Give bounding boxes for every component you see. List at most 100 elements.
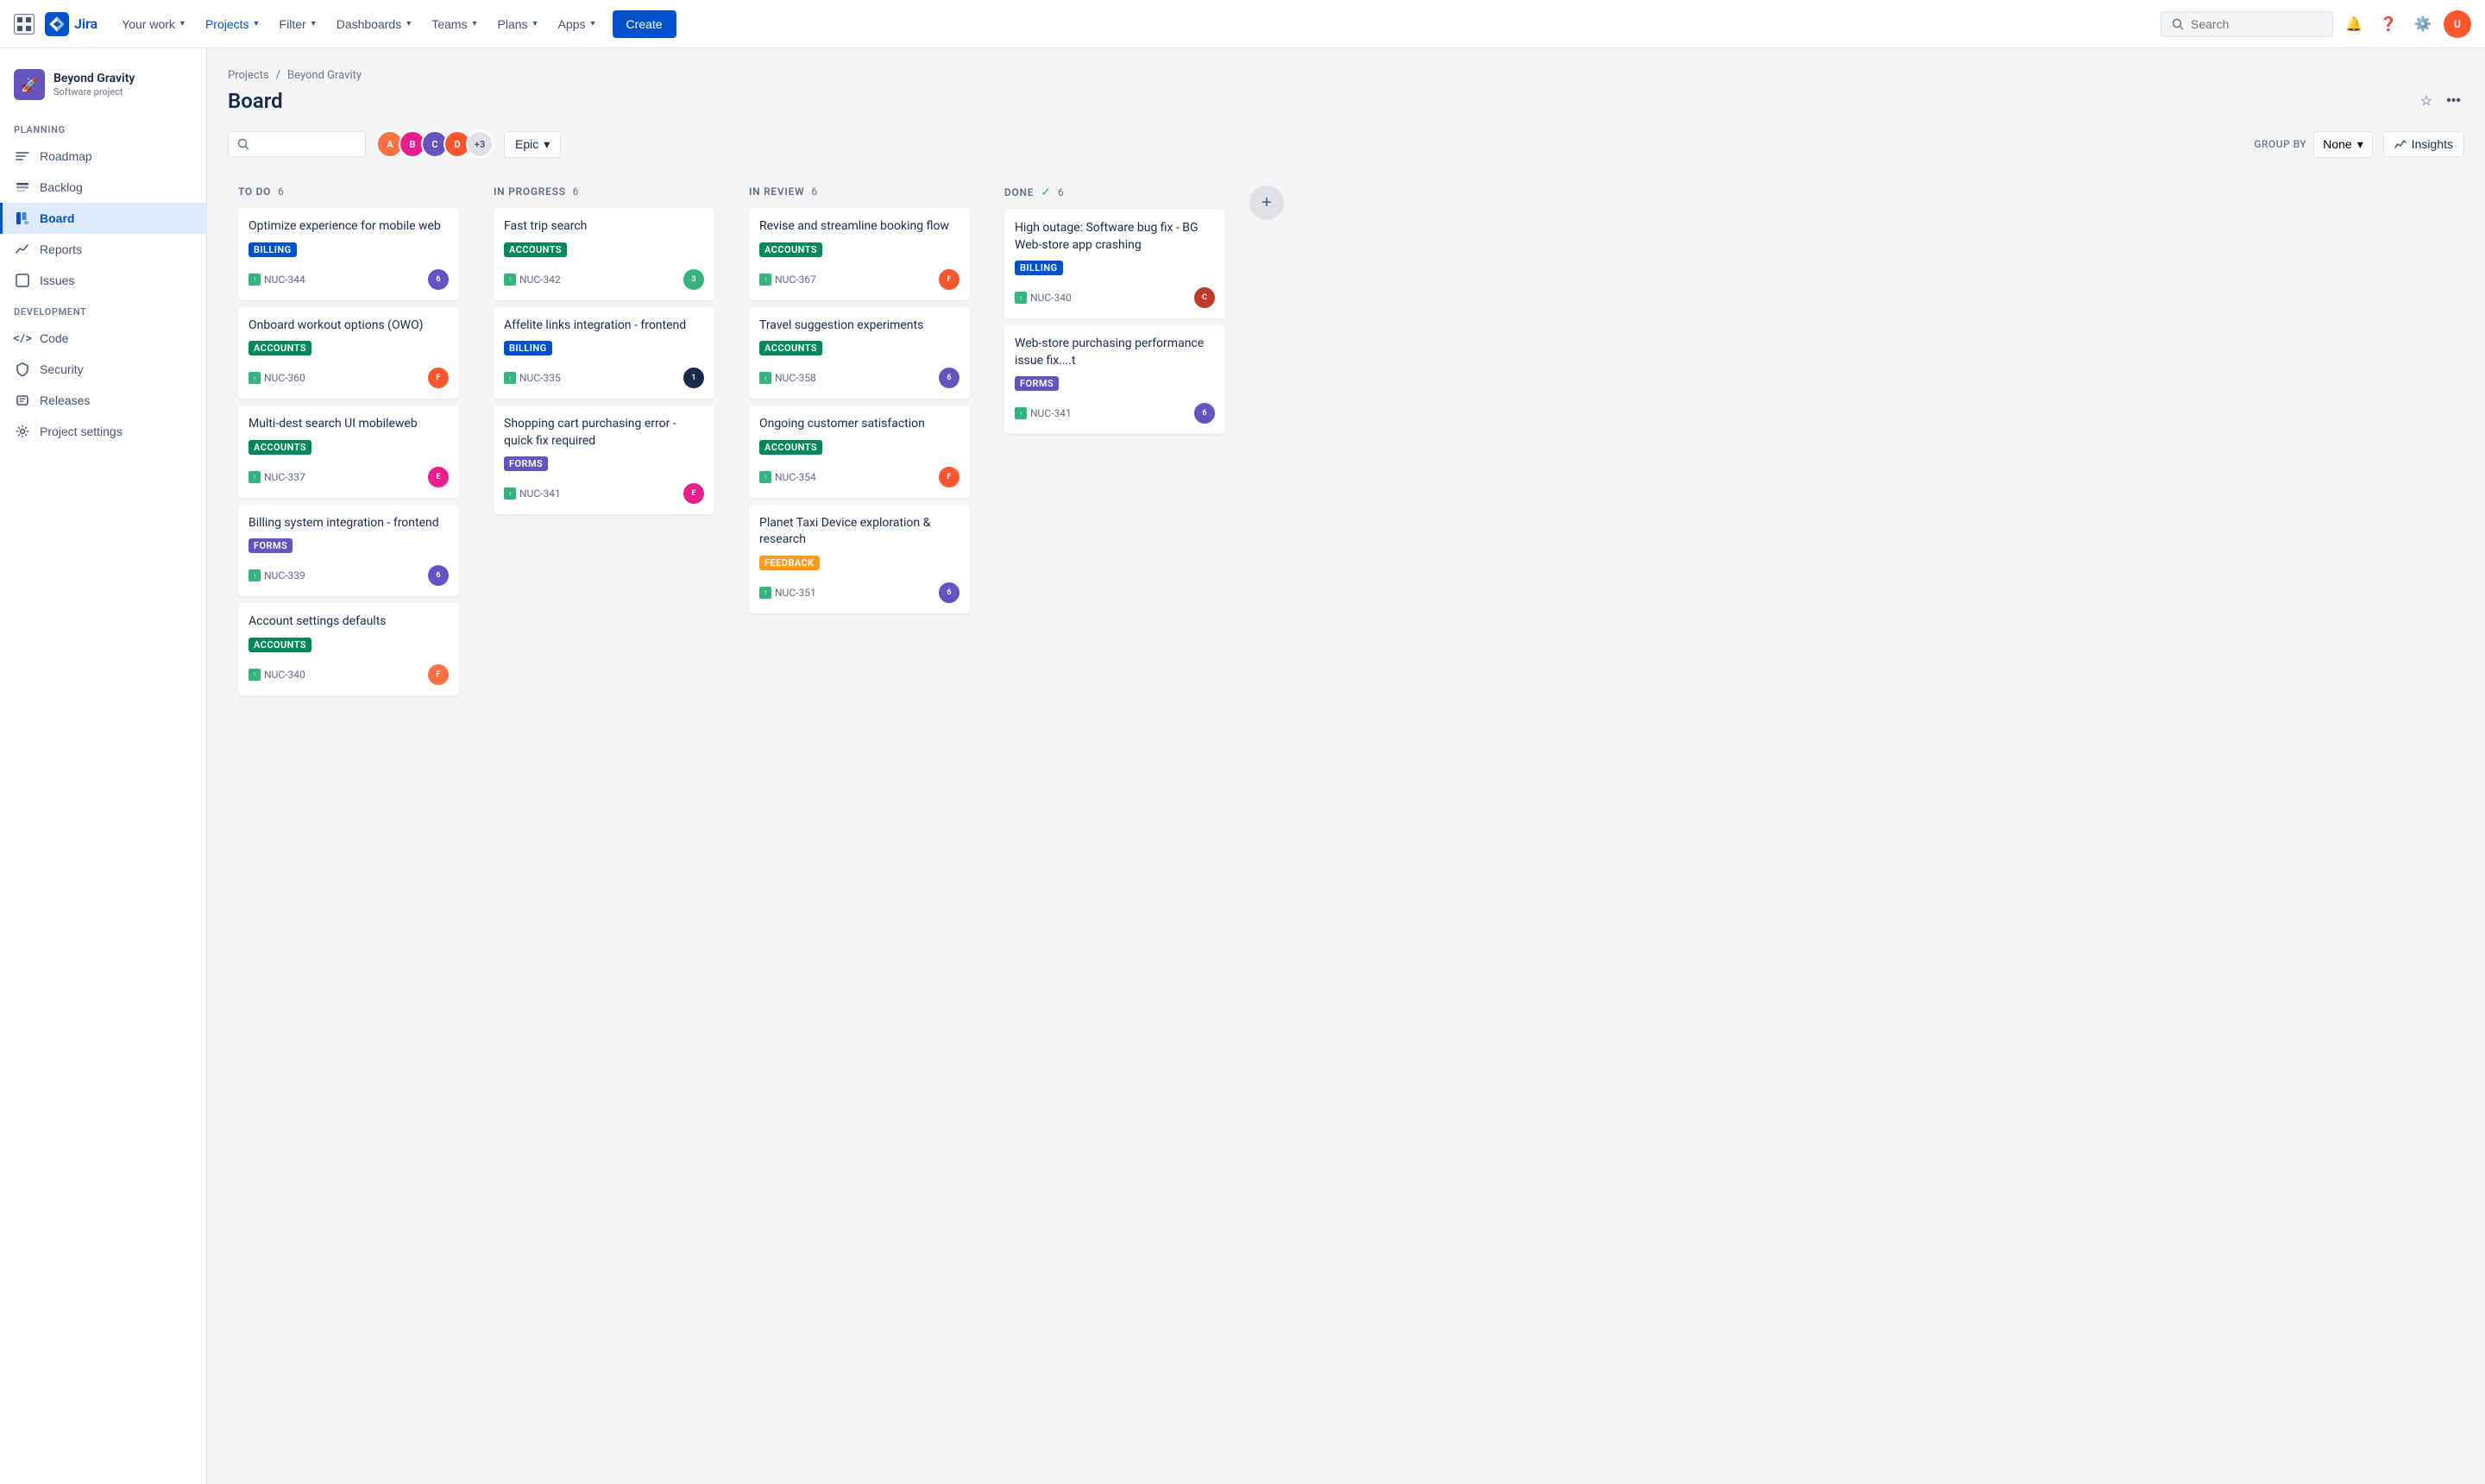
sidebar-item-backlog[interactable]: Backlog xyxy=(0,172,206,203)
help-button[interactable]: ❓ xyxy=(2375,10,2402,38)
card-id-text: NUC-344 xyxy=(264,274,305,286)
avatar-more[interactable]: +3 xyxy=(466,130,494,158)
board-card[interactable]: Multi-dest search UI mobilewebACCOUNTS↑N… xyxy=(238,406,459,498)
more-options-button[interactable]: ••• xyxy=(2443,90,2464,112)
projects-menu[interactable]: Projects▾ xyxy=(198,12,266,36)
card-id-text: NUC-341 xyxy=(519,487,561,500)
card-avatar: F xyxy=(939,269,959,290)
sidebar-item-security[interactable]: Security xyxy=(0,354,206,385)
board-card[interactable]: Ongoing customer satisfactionACCOUNTS↑NU… xyxy=(749,406,970,498)
card-avatar: 6 xyxy=(428,269,449,290)
column-count-done: 6 xyxy=(1058,186,1064,198)
board-card[interactable]: Account settings defaultsACCOUNTS↑NUC-34… xyxy=(238,603,459,695)
card-avatar: F xyxy=(428,368,449,388)
breadcrumb: Projects / Beyond Gravity xyxy=(228,69,2464,82)
column-count-inprogress: 6 xyxy=(573,186,579,198)
sidebar-item-reports[interactable]: Reports xyxy=(0,234,206,265)
card-id-icon: ↑ xyxy=(504,487,516,500)
card-avatar: 1 xyxy=(683,368,704,388)
plans-menu[interactable]: Plans▾ xyxy=(491,12,544,36)
teams-menu[interactable]: Teams▾ xyxy=(425,12,483,36)
card-title: Billing system integration - frontend xyxy=(248,515,449,532)
star-button[interactable]: ☆ xyxy=(2417,89,2436,113)
page-header: Board ☆ ••• xyxy=(228,89,2464,113)
dashboards-menu[interactable]: Dashboards▾ xyxy=(330,12,418,36)
board-columns: TO DO6Optimize experience for mobile web… xyxy=(228,175,2464,713)
security-icon xyxy=(14,361,31,378)
releases-icon xyxy=(14,392,31,409)
sidebar-item-project-settings[interactable]: Project settings xyxy=(0,416,206,447)
filter-menu[interactable]: Filter▾ xyxy=(273,12,323,36)
card-id: ↑NUC-354 xyxy=(759,471,816,483)
epic-filter[interactable]: Epic ▾ xyxy=(504,131,561,158)
board-card[interactable]: Fast trip searchACCOUNTS↑NUC-3423 xyxy=(494,208,714,300)
board-search-input[interactable] xyxy=(256,137,343,151)
card-avatar: E xyxy=(428,467,449,487)
card-id-text: NUC-351 xyxy=(775,587,816,599)
card-avatar: F xyxy=(939,467,959,487)
column-header-inreview: IN REVIEW6 xyxy=(749,186,970,198)
sidebar-item-roadmap[interactable]: Roadmap xyxy=(0,141,206,172)
card-id: ↑NUC-339 xyxy=(248,569,305,582)
search-bar[interactable] xyxy=(2161,11,2333,37)
card-title: High outage: Software bug fix - BG Web-s… xyxy=(1015,220,1215,254)
card-title: Shopping cart purchasing error - quick f… xyxy=(504,416,704,450)
card-footer: ↑NUC-354 F xyxy=(759,467,959,487)
backlog-icon xyxy=(14,179,31,196)
jira-logo[interactable]: Jira xyxy=(45,12,98,36)
card-id: ↑NUC-340 xyxy=(1015,292,1072,304)
card-title: Web-store purchasing performance issue f… xyxy=(1015,336,1215,369)
settings-icon xyxy=(14,423,31,440)
search-input[interactable] xyxy=(2191,17,2312,31)
project-icon: 🚀 xyxy=(14,69,45,100)
card-id: ↑NUC-360 xyxy=(248,372,305,384)
card-title: Revise and streamline booking flow xyxy=(759,218,959,236)
create-button[interactable]: Create xyxy=(613,10,676,38)
project-name: Beyond Gravity xyxy=(53,72,135,86)
sidebar-item-issues[interactable]: Issues xyxy=(0,265,206,296)
search-icon xyxy=(2172,18,2184,30)
board-card[interactable]: Billing system integration - frontend FOR… xyxy=(238,505,459,597)
user-avatar[interactable]: U xyxy=(2444,10,2471,38)
card-id-icon: ↑ xyxy=(248,669,261,681)
board-card[interactable]: High outage: Software bug fix - BG Web-s… xyxy=(1004,210,1225,318)
sidebar-item-code[interactable]: </> Code xyxy=(0,323,206,354)
group-by-select[interactable]: None ▾ xyxy=(2313,131,2373,158)
insights-button[interactable]: Insights xyxy=(2383,131,2464,157)
card-id-text: NUC-339 xyxy=(264,569,305,582)
card-tag: FORMS xyxy=(248,538,293,553)
card-id-text: NUC-337 xyxy=(264,471,305,483)
board-card[interactable]: Revise and streamline booking flow ACCOUN… xyxy=(749,208,970,300)
your-work-menu[interactable]: Your work▾ xyxy=(115,12,192,36)
done-check-icon: ✓ xyxy=(1041,186,1051,199)
grid-icon[interactable] xyxy=(14,14,35,35)
card-title: Planet Taxi Device exploration & researc… xyxy=(759,515,959,549)
add-column-button[interactable]: + xyxy=(1249,186,1284,220)
card-tag: FEEDBACK xyxy=(759,556,820,570)
breadcrumb-project-name[interactable]: Beyond Gravity xyxy=(287,69,362,82)
card-footer: ↑NUC-3423 xyxy=(504,269,704,290)
board-search[interactable] xyxy=(228,131,366,157)
board-card[interactable]: Onboard workout options (OWO)ACCOUNTS↑NU… xyxy=(238,307,459,399)
breadcrumb-projects[interactable]: Projects xyxy=(228,69,269,82)
card-avatar: E xyxy=(683,483,704,504)
board-card[interactable]: Shopping cart purchasing error - quick f… xyxy=(494,406,714,514)
board-card[interactable]: Optimize experience for mobile webBILLIN… xyxy=(238,208,459,300)
card-title: Ongoing customer satisfaction xyxy=(759,416,959,433)
card-id: ↑NUC-344 xyxy=(248,274,305,286)
card-id-text: NUC-341 xyxy=(1030,407,1072,419)
board-card[interactable]: Travel suggestion experimentsACCOUNTS↑NU… xyxy=(749,307,970,399)
board-card[interactable]: Affelite links integration - frontendBIL… xyxy=(494,307,714,399)
main-content: Projects / Beyond Gravity Board ☆ ••• A xyxy=(207,48,2485,733)
sidebar-item-releases[interactable]: Releases xyxy=(0,385,206,416)
apps-menu[interactable]: Apps▾ xyxy=(551,12,602,36)
board-card[interactable]: Planet Taxi Device exploration & researc… xyxy=(749,505,970,613)
notifications-button[interactable]: 🔔 xyxy=(2340,10,2368,38)
card-tag: ACCOUNTS xyxy=(759,242,822,257)
column-title-inprogress: IN PROGRESS xyxy=(494,186,566,198)
settings-button[interactable]: ⚙️ xyxy=(2409,10,2437,38)
card-id: ↑NUC-367 xyxy=(759,274,816,286)
sidebar-item-board[interactable]: Board xyxy=(0,203,206,234)
project-type: Software project xyxy=(53,86,135,97)
board-card[interactable]: Web-store purchasing performance issue f… xyxy=(1004,325,1225,434)
